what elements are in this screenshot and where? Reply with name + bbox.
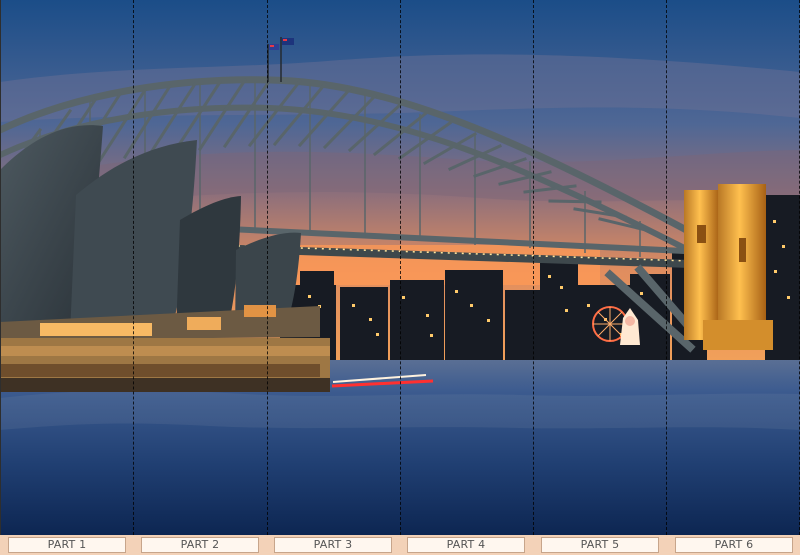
part-2-label: PART 2 <box>141 537 259 553</box>
bridge-pylons <box>684 184 773 350</box>
panel-divider-1 <box>133 0 134 535</box>
part-1-label: PART 1 <box>8 537 126 553</box>
left-edge <box>0 0 1 535</box>
panel-divider-5 <box>666 0 667 535</box>
part-4-label: PART 4 <box>407 537 525 553</box>
panel-divider-2 <box>267 0 268 535</box>
panel-divider-4 <box>533 0 534 535</box>
part-5-label: PART 5 <box>541 537 659 553</box>
part-3-label: PART 3 <box>274 537 392 553</box>
part-6-label: PART 6 <box>675 537 793 553</box>
part-label-bar: PART 1 PART 2 PART 3 PART 4 PART 5 PART … <box>0 535 800 555</box>
wall-mural-preview: PART 1 PART 2 PART 3 PART 4 PART 5 PART … <box>0 0 800 555</box>
panel-divider-3 <box>400 0 401 535</box>
